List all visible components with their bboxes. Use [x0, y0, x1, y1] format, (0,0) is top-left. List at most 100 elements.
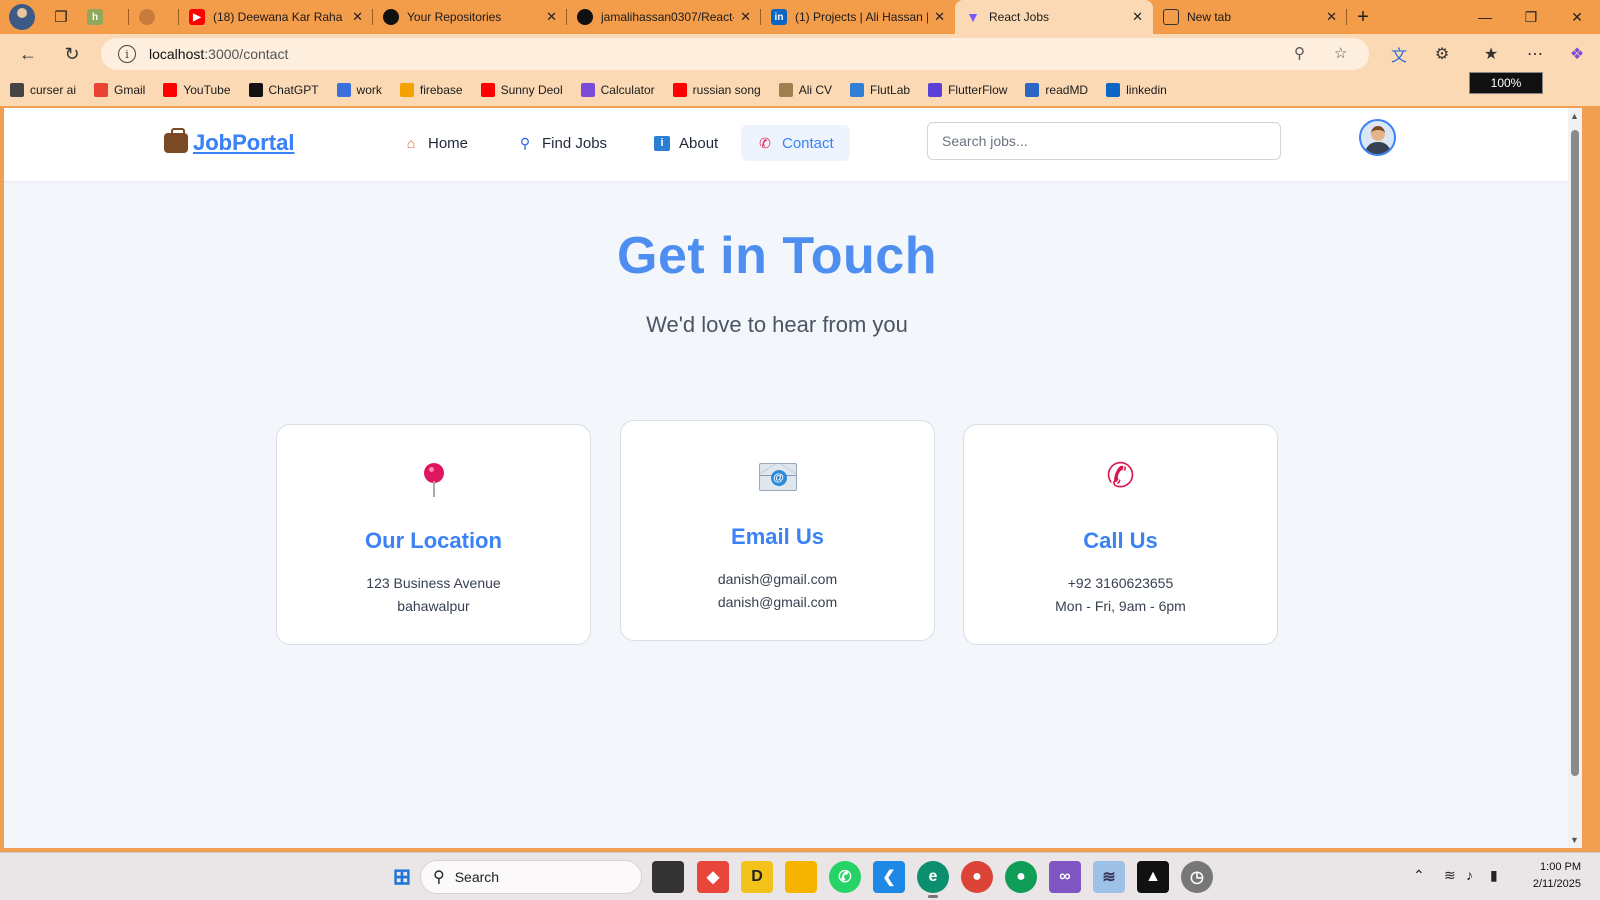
tab-github-repo[interactable]: jamalihassan0307/React-J ✕ [567, 0, 761, 34]
translate-icon[interactable]: 文 [1383, 38, 1415, 70]
windows-start-icon[interactable]: ⊞ [386, 861, 418, 893]
card-line: +92 3160623655 [1067, 575, 1174, 591]
bookmark-firebase[interactable]: firebase [399, 83, 463, 97]
extensions-icon[interactable]: ⚙ [1426, 38, 1458, 70]
edge-icon[interactable]: e [917, 861, 949, 893]
pin-icon [277, 463, 590, 499]
bookmark-label: FlutLab [870, 83, 911, 97]
vscode-icon[interactable]: ❮ [873, 861, 905, 893]
workspaces-icon[interactable]: ❐ [45, 3, 77, 31]
more-menu-icon[interactable]: ⋯ [1519, 38, 1551, 70]
tab-pinned-1[interactable]: h [77, 0, 129, 34]
close-icon[interactable]: ✕ [352, 9, 363, 25]
tab-react-jobs[interactable]: ▼ React Jobs ✕ [955, 0, 1153, 34]
address-bar[interactable]: i localhost:3000/contact ⚲ ☆ [101, 38, 1369, 70]
wifi-icon[interactable]: ≋ [1444, 867, 1456, 884]
copilot-icon[interactable]: ❖ [1561, 38, 1593, 70]
close-icon[interactable]: ✕ [740, 9, 751, 25]
window-close-icon[interactable]: ✕ [1554, 0, 1600, 34]
tab-favicon-icon [139, 9, 155, 25]
scroll-up-icon[interactable]: ▲ [1570, 111, 1579, 121]
tab-pinned-2[interactable] [129, 0, 179, 34]
bookmark-linkedin[interactable]: linkedin [1106, 83, 1167, 97]
visual-studio-icon[interactable]: ∞ [1049, 861, 1081, 893]
nav-label: Home [428, 134, 469, 152]
app-chat-icon[interactable]: D [741, 861, 773, 893]
bookmark-gmail[interactable]: Gmail [94, 83, 145, 97]
scroll-down-icon[interactable]: ▼ [1570, 835, 1579, 845]
bookmark-russian-song[interactable]: russian song [672, 83, 761, 97]
card-title: Email Us [731, 524, 824, 549]
favorite-star-icon[interactable]: ☆ [1334, 44, 1347, 62]
tray-overflow-icon[interactable]: ⌃ [1413, 867, 1425, 884]
bookmark-work[interactable]: work [336, 83, 382, 97]
close-icon[interactable]: ✕ [546, 9, 557, 25]
zoom-icon[interactable]: ⚲ [1294, 44, 1305, 62]
battery-icon[interactable]: ▮ [1490, 867, 1498, 884]
browser-profile-avatar[interactable] [9, 4, 35, 30]
brand-logo[interactable]: JobPortal [164, 128, 294, 156]
bookmark-label: Ali CV [798, 83, 833, 97]
tab-youtube[interactable]: ▶ (18) Deewana Kar Raha H ✕ [179, 0, 373, 34]
file-explorer-icon[interactable] [785, 861, 817, 893]
nav-label: Find Jobs [542, 134, 608, 152]
tab-title: (1) Projects | Ali Hassan | L [795, 10, 929, 24]
youtube-icon [480, 83, 495, 97]
search-jobs-input[interactable] [927, 122, 1281, 160]
bookmark-calculator[interactable]: Calculator [580, 83, 655, 97]
taskbar-clock[interactable]: 1:00 PM 2/11/2025 [1511, 859, 1581, 893]
nav-contact[interactable]: ✆ Contact [741, 125, 850, 161]
tab-linkedin[interactable]: in (1) Projects | Ali Hassan | L ✕ [761, 0, 955, 34]
youtube-icon [163, 83, 178, 97]
task-view-icon[interactable] [652, 861, 684, 893]
whatsapp-icon[interactable]: ✆ [829, 861, 861, 893]
scrollbar-thumb[interactable] [1571, 130, 1579, 776]
site-info-icon[interactable]: i [118, 45, 136, 63]
bookmark-curser-ai[interactable]: curser ai [10, 83, 76, 97]
new-tab-button[interactable]: + [1347, 3, 1379, 31]
card-title: Our Location [365, 528, 502, 553]
bookmark-ali-cv[interactable]: Ali CV [778, 83, 833, 97]
bookmark-youtube[interactable]: YouTube [163, 83, 231, 97]
close-icon[interactable]: ✕ [934, 9, 945, 25]
contact-card-location: Our Location 123 Business Avenue bahawal… [276, 424, 591, 645]
minimize-icon[interactable]: — [1462, 0, 1508, 34]
clock-app-icon[interactable]: ◷ [1181, 861, 1213, 893]
reload-icon[interactable]: ↻ [54, 38, 90, 70]
tab-new-tab[interactable]: New tab ✕ [1153, 0, 1347, 34]
page-subtitle: We'd love to hear from you [646, 312, 908, 337]
cursor-icon [10, 83, 24, 97]
back-icon[interactable]: ← [10, 38, 46, 70]
nav-home[interactable]: ⌂ Home [387, 125, 484, 161]
page-scrollbar[interactable]: ▲ ▼ [1568, 108, 1582, 848]
volume-icon[interactable]: ♪ [1466, 867, 1473, 883]
favorites-icon[interactable]: ★ [1475, 38, 1507, 70]
taskbar-search[interactable]: ⚲ Search [420, 860, 642, 894]
bookmark-flutlab[interactable]: FlutLab [850, 83, 910, 97]
calculator-icon [580, 83, 595, 97]
user-avatar[interactable] [1359, 119, 1396, 156]
close-icon[interactable]: ✕ [1326, 9, 1337, 25]
chart-app-icon[interactable]: ≋ [1093, 861, 1125, 893]
bookmark-readmd[interactable]: readMD [1025, 83, 1088, 97]
nav-about[interactable]: i About [638, 125, 734, 161]
restore-icon[interactable]: ❐ [1508, 0, 1554, 34]
bookmark-flutterflow[interactable]: FlutterFlow [928, 83, 1007, 97]
card-title: Call Us [1083, 528, 1158, 553]
chrome-icon[interactable]: ● [961, 861, 993, 893]
tab-repositories[interactable]: Your Repositories ✕ [373, 0, 567, 34]
card-line: bahawalpur [397, 598, 470, 614]
close-icon[interactable]: ✕ [1132, 9, 1143, 25]
nav-find-jobs[interactable]: ⚲ Find Jobs [501, 125, 623, 161]
anydesk-icon[interactable]: ◆ [697, 861, 729, 893]
briefcase-icon [164, 128, 188, 153]
readmd-icon [1025, 83, 1040, 97]
bookmark-chatgpt[interactable]: ChatGPT [248, 83, 319, 97]
bookmark-sunny-deol[interactable]: Sunny Deol [480, 83, 563, 97]
bookmark-label: russian song [692, 83, 761, 97]
dev-app-icon[interactable]: ▲ [1137, 861, 1169, 893]
chrome-profile-icon[interactable]: ● [1005, 861, 1037, 893]
address-url[interactable]: localhost:3000/contact [149, 46, 288, 62]
youtube-icon [672, 83, 687, 97]
tab-title: React Jobs [989, 10, 1050, 24]
